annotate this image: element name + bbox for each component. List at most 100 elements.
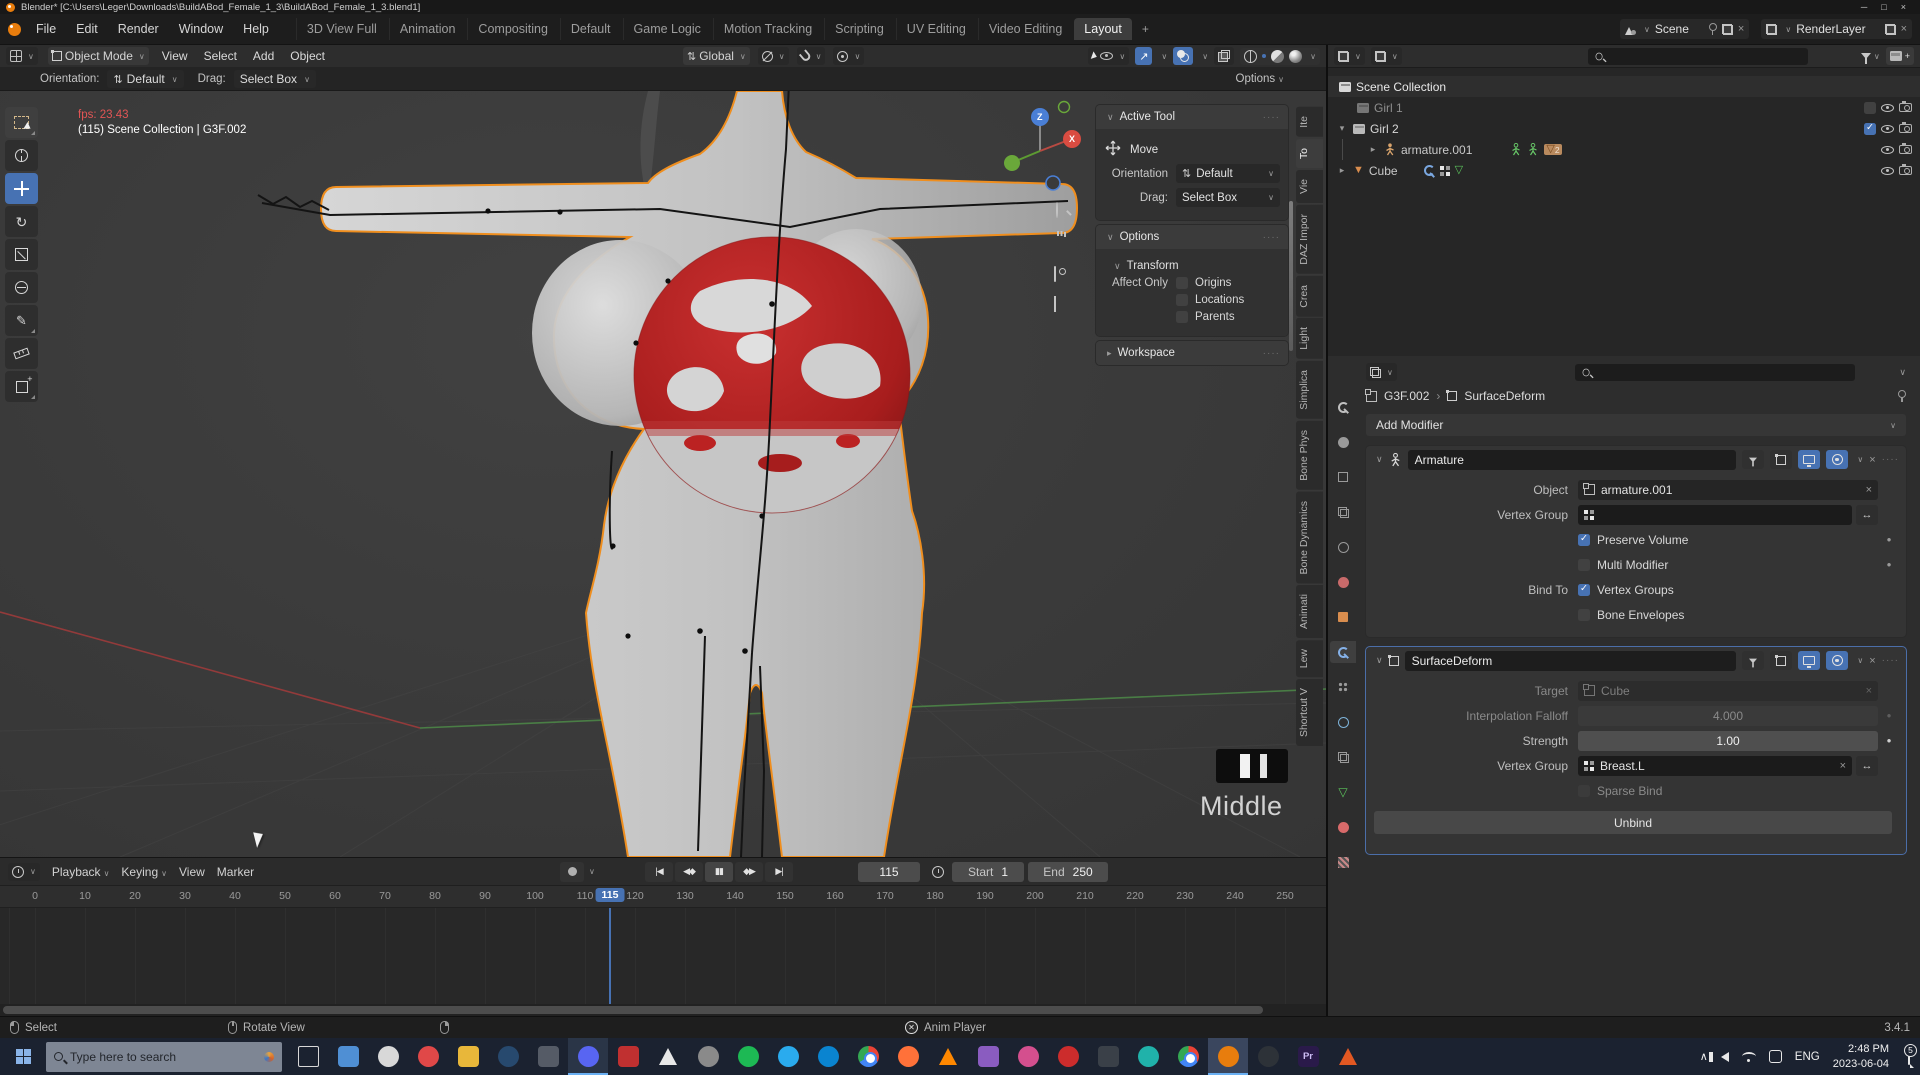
playhead[interactable] [609,908,611,1004]
options-panel-header[interactable]: ∨ Options ···· [1096,225,1288,249]
add-modifier-button[interactable]: Add Modifier∨ [1366,414,1906,436]
menu-help[interactable]: Help [234,18,278,40]
hide-eye-toggle[interactable] [1881,125,1894,133]
armature-vertex-group-field[interactable] [1578,505,1852,525]
npanel-orientation-dropdown[interactable]: ⇅Default∨ [1176,164,1280,183]
properties-tab-tool[interactable] [1330,396,1356,418]
tool-scale[interactable] [5,239,38,270]
snap-toggle[interactable]: ∨ [797,47,826,65]
taskbar-search[interactable] [46,1042,282,1072]
npanel-tab-crea[interactable]: Crea [1296,276,1323,317]
new-scene-icon[interactable] [1722,24,1733,35]
options-dropdown[interactable]: Options∨ [1236,73,1285,85]
render-visibility-toggle[interactable] [1899,124,1912,133]
npanel-tab-daz-impor[interactable]: DAZ Impor [1296,205,1323,274]
npanel-scrollbar[interactable] [1289,201,1293,351]
tool-add-primitive[interactable] [5,371,38,402]
panel-grip-icon[interactable]: ···· [1263,112,1280,123]
remove-modifier-button[interactable]: × [1869,454,1875,466]
show-overlays-toggle[interactable] [1173,47,1193,65]
affect-origins-checkbox[interactable]: Origins [1176,277,1231,289]
render-visibility-toggle[interactable] [1899,166,1912,175]
shading-wireframe-button[interactable] [1244,50,1257,63]
properties-search[interactable] [1575,364,1855,381]
properties-tab-particles[interactable] [1330,676,1356,698]
gizmo-dropdown[interactable]: ∨ [1161,52,1167,61]
unbind-button[interactable]: Unbind [1374,811,1892,834]
tool-cursor[interactable] [5,140,38,171]
animate-dot[interactable]: • [1878,557,1900,572]
timeline-menu-marker[interactable]: Marker [217,865,254,879]
multi-modifier-checkbox[interactable]: Multi Modifier [1578,558,1668,572]
properties-tab-physics[interactable] [1330,711,1356,733]
toggle-edit-mode-display[interactable] [1770,450,1792,469]
breadcrumb-modifier[interactable]: SurfaceDeform [1464,389,1545,403]
app-steam[interactable] [488,1038,528,1075]
render-visibility-toggle[interactable] [1899,145,1912,154]
jump-to-end-button[interactable]: ▶| [765,862,793,882]
show-gizmo-toggle[interactable]: ↗ [1135,47,1152,65]
toggle-edit-mode-cage[interactable] [1742,651,1764,670]
close-button[interactable]: × [1901,2,1906,12]
app-firefox[interactable] [888,1038,928,1075]
toggle-render-display[interactable] [1826,450,1848,469]
new-collection-button[interactable]: + [1886,47,1914,65]
maximize-button[interactable]: □ [1881,2,1886,12]
shading-rendered-button[interactable] [1289,50,1302,63]
viewport-menu-select[interactable]: Select [201,49,240,63]
npanel-tab-light[interactable]: Light [1296,318,1323,359]
target-field[interactable]: Cube× [1578,681,1878,701]
workspace-tab-default[interactable]: Default [560,18,621,40]
npanel-tab-ite[interactable]: Ite [1296,107,1323,137]
scrollbar-thumb[interactable] [3,1006,1263,1014]
outliner-row-scene-collection[interactable]: Scene Collection [1328,76,1920,97]
add-workspace-button[interactable]: + [1134,18,1157,40]
viewport-menu-view[interactable]: View [159,49,191,63]
strength-slider[interactable]: 1.00 [1578,731,1878,751]
modifier-extras-dropdown[interactable]: ∨ [1857,455,1863,464]
workspace-tab-uv-editing[interactable]: UV Editing [896,18,976,40]
app-flame[interactable] [1328,1038,1368,1075]
outliner-row-girl-2[interactable]: ▾ Girl 2 [1328,118,1920,139]
outliner-row-armature-001[interactable]: ▸ armature.001 ▽2 [1328,139,1920,160]
app-opera[interactable] [408,1038,448,1075]
exclude-checkbox[interactable] [1864,102,1876,114]
collapse-arrow[interactable]: ∨ [1376,454,1383,465]
tool-rotate[interactable]: ↻ [5,206,38,237]
minimize-button[interactable]: ─ [1861,2,1867,12]
app-red[interactable] [1048,1038,1088,1075]
animate-dot[interactable]: • [1878,708,1900,723]
end-frame-field[interactable]: End250 [1028,862,1108,882]
taskbar-clock[interactable]: 2:48 PM 2023-06-04 [1833,1042,1889,1071]
use-preview-range-icon[interactable] [932,866,944,878]
animate-dot[interactable]: • [1878,733,1900,748]
app-cyan[interactable] [1128,1038,1168,1075]
view-layer-selector[interactable]: ∨ RenderLayer × [1761,19,1912,39]
invert-vertex-group-button[interactable]: ↔ [1856,756,1878,776]
properties-tab-object[interactable] [1330,606,1356,628]
bind-vertex-groups-checkbox[interactable]: Vertex Groups [1578,583,1674,597]
new-view-layer-icon[interactable] [1885,24,1896,35]
invert-vertex-group-button[interactable]: ↔ [1856,505,1878,525]
toggle-edit-mode-cage[interactable] [1742,450,1764,469]
breadcrumb-object[interactable]: G3F.002 [1384,389,1429,403]
selectability-visibility-dropdown[interactable]: ∨ [1088,47,1129,65]
collapse-arrow[interactable]: ∨ [1376,655,1383,666]
npanel-tab-simplica[interactable]: Simplica [1296,361,1323,419]
hide-eye-toggle[interactable] [1881,167,1894,175]
remove-modifier-button[interactable]: × [1869,655,1875,667]
viewport-menu-object[interactable]: Object [287,49,328,63]
orientation-setting-dropdown[interactable]: ⇅Default∨ [107,70,183,88]
editor-type-selector[interactable]: ∨ [6,47,38,65]
app-telegram[interactable] [768,1038,808,1075]
camera-view-button[interactable] [1054,267,1056,281]
task-view-button[interactable] [288,1038,328,1075]
hidden-icons-chevron[interactable]: ∧ [1700,1050,1708,1063]
shading-dropdown[interactable]: ∨ [1310,52,1316,61]
properties-tab-material[interactable] [1330,816,1356,838]
outliner-row-girl-1[interactable]: Girl 1 [1328,97,1920,118]
language-indicator[interactable]: ENG [1795,1051,1820,1063]
shading-material-button[interactable] [1271,50,1284,63]
outliner-filter-dropdown[interactable]: ∨ [1861,52,1880,61]
app-photos[interactable] [328,1038,368,1075]
